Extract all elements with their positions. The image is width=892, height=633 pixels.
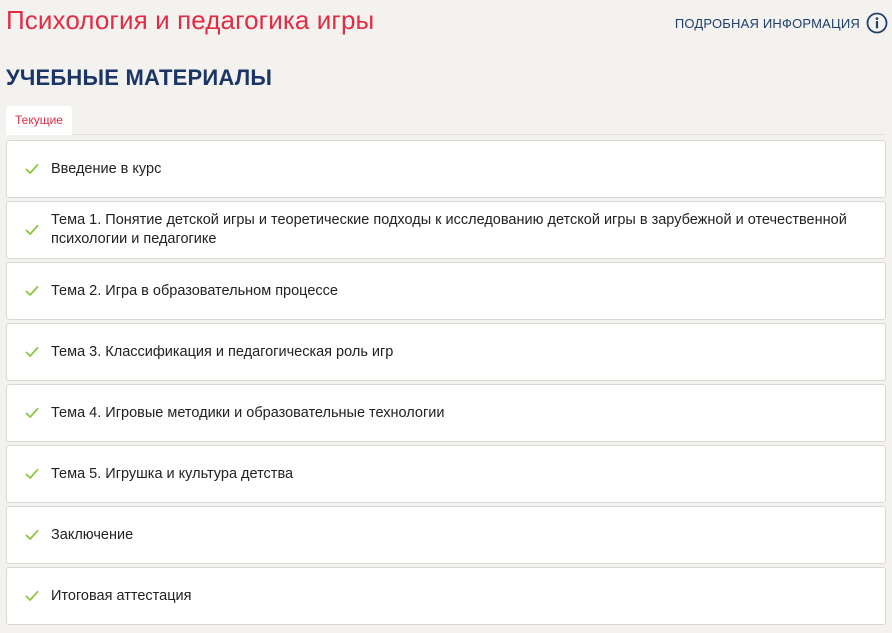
material-item-label: Тема 3. Классификация и педагогическая р…	[51, 343, 394, 360]
material-item-label: Заключение	[51, 526, 134, 543]
material-item-topic-2[interactable]: Тема 2. Игра в образовательном процессе	[6, 262, 886, 320]
page: Психология и педагогика игры ПОДРОБНАЯ И…	[0, 0, 892, 633]
check-icon	[25, 407, 39, 418]
material-item-label: Тема 1. Понятие детской игры и теоретиче…	[51, 212, 847, 247]
material-item-topic-3[interactable]: Тема 3. Классификация и педагогическая р…	[6, 323, 886, 381]
section-title: УЧЕБНЫЕ МАТЕРИАЛЫ	[6, 65, 273, 90]
material-item-label: Тема 5. Игрушка и культура детства	[51, 465, 294, 482]
check-icon	[25, 590, 39, 601]
tab-bar: Текущие	[6, 106, 886, 135]
check-icon	[25, 224, 39, 235]
materials-list: Введение в курс Тема 1. Понятие детской …	[6, 140, 886, 628]
info-circle-icon	[866, 12, 888, 34]
check-icon	[25, 468, 39, 479]
tab-current[interactable]: Текущие	[6, 106, 72, 135]
material-item-topic-1[interactable]: Тема 1. Понятие детской игры и теоретиче…	[6, 201, 886, 259]
course-info-link-label: ПОДРОБНАЯ ИНФОРМАЦИЯ	[674, 15, 860, 31]
course-info-link[interactable]: ПОДРОБНАЯ ИНФОРМАЦИЯ	[675, 12, 888, 34]
material-item-final-assessment[interactable]: Итоговая аттестация	[6, 567, 886, 625]
material-item-conclusion[interactable]: Заключение	[6, 506, 886, 564]
material-item-topic-4[interactable]: Тема 4. Игровые методики и образовательн…	[6, 384, 886, 442]
check-icon	[25, 529, 39, 540]
material-item-topic-5[interactable]: Тема 5. Игрушка и культура детства	[6, 445, 886, 503]
check-icon	[25, 163, 39, 174]
material-item-label: Итоговая аттестация	[51, 587, 192, 604]
material-item-label: Тема 4. Игровые методики и образовательн…	[51, 404, 445, 421]
material-item-label: Тема 2. Игра в образовательном процессе	[51, 282, 338, 299]
course-title: Психология и педагогика игры	[6, 5, 375, 35]
check-icon	[25, 285, 39, 296]
material-item-intro[interactable]: Введение в курс	[6, 140, 886, 198]
material-item-label: Введение в курс	[51, 160, 162, 177]
check-icon	[25, 346, 39, 357]
